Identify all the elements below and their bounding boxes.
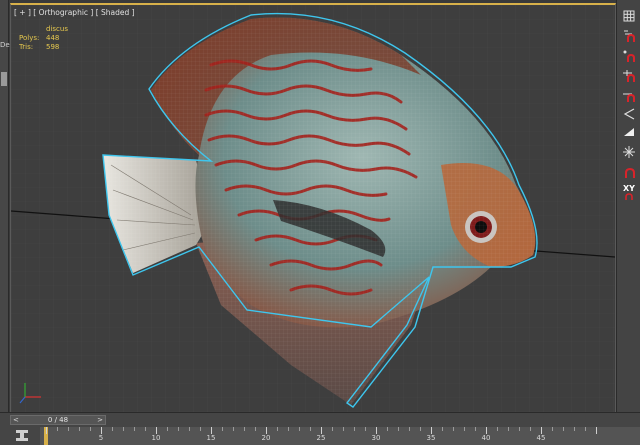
ruler-tick [530, 427, 531, 431]
ruler-tick [266, 427, 267, 434]
stat-value: 448 [46, 34, 60, 42]
ruler-tick [101, 427, 102, 434]
ruler-tick [387, 427, 388, 431]
ruler-tick [497, 427, 498, 431]
stat-label: Tris: [19, 43, 34, 51]
key-filter-icon[interactable] [14, 429, 30, 443]
ruler-tick [475, 427, 476, 431]
ruler-tick [376, 427, 377, 434]
snap-toolbar: XY [616, 0, 640, 412]
ruler-label: 45 [536, 434, 546, 442]
ruler-tick [222, 427, 223, 431]
ruler-label: 25 [316, 434, 326, 442]
track-bar-ruler[interactable]: 5 10 15 20 25 30 35 40 45 [40, 427, 640, 445]
ruler-tick [277, 427, 278, 431]
ruler-tick [321, 427, 322, 434]
perspective-viewport[interactable]: [ + ] [ Orthographic ] [ Shaded ] discus… [10, 3, 616, 415]
ruler-tick [189, 427, 190, 431]
ruler-label: 20 [261, 434, 271, 442]
ruler-tick [90, 427, 91, 431]
ruler-tick [398, 427, 399, 431]
ruler-tick [343, 427, 344, 431]
ruler-tick [431, 427, 432, 434]
snowflake-snap-icon[interactable] [621, 144, 637, 160]
ruler-tick [211, 427, 212, 434]
ruler-tick [57, 427, 58, 431]
ruler-tick [332, 427, 333, 431]
ruler-tick [156, 427, 157, 434]
snap-magnet-icon[interactable] [621, 88, 637, 104]
ruler-tick [409, 427, 410, 431]
ruler-tick [68, 427, 69, 431]
ruler-label: 15 [206, 434, 216, 442]
ruler-tick [288, 427, 289, 431]
ruler-tick [585, 427, 586, 431]
time-slider[interactable]: < 0 / 48 > [10, 415, 106, 425]
snap-magnet-icon[interactable] [621, 48, 637, 64]
xy-plane-icon[interactable]: XY [621, 184, 637, 200]
ruler-tick [112, 427, 113, 431]
left-panel-label: De [0, 41, 10, 49]
statistics-overlay: discus Polys: 448 Tris: 598 [19, 25, 68, 52]
angle-snap-icon[interactable] [621, 106, 637, 122]
viewport-label-menu[interactable]: [ + ] [ Orthographic ] [ Shaded ] [14, 8, 135, 17]
ruler-tick [46, 427, 47, 434]
ruler-label: 40 [481, 434, 491, 442]
ruler-tick [354, 427, 355, 431]
xy-plane-label: XY [623, 183, 635, 193]
ruler-tick [464, 427, 465, 431]
ruler-tick [519, 427, 520, 431]
ruler-label: 35 [426, 434, 436, 442]
stat-row-polys: Polys: 448 [19, 34, 68, 43]
ruler-tick [244, 427, 245, 431]
ruler-tick [453, 427, 454, 431]
stat-row-tris: Tris: 598 [19, 43, 68, 52]
ruler-tick [79, 427, 80, 431]
ruler-tick [123, 427, 124, 431]
ruler-tick [365, 427, 366, 431]
ruler-tick [508, 427, 509, 431]
ruler-tick [233, 427, 234, 431]
prev-frame-button[interactable]: < [11, 416, 21, 424]
ruler-tick [145, 427, 146, 431]
ruler-tick [552, 427, 553, 431]
frame-counter: 0 / 48 [47, 416, 69, 424]
snap-magnet-icon[interactable] [621, 68, 637, 84]
next-frame-button[interactable]: > [95, 416, 105, 424]
left-panel-tab[interactable] [1, 72, 7, 86]
time-slider-area: < 0 / 48 > 5 10 15 20 25 30 35 40 45 [0, 412, 640, 445]
grid-icon[interactable] [621, 8, 637, 24]
snap-magnet-icon[interactable] [621, 28, 637, 44]
ruler-tick [200, 427, 201, 431]
ruler-tick [310, 427, 311, 431]
ruler-tick [486, 427, 487, 434]
ruler-label: 5 [98, 434, 104, 442]
ruler-label: 10 [151, 434, 161, 442]
ruler-tick [420, 427, 421, 431]
ruler-tick [563, 427, 564, 431]
bevel-icon[interactable] [621, 124, 637, 140]
ruler-tick [596, 427, 597, 434]
ruler-tick [178, 427, 179, 431]
object-name: discus [46, 25, 68, 33]
stat-value: 598 [46, 43, 60, 51]
stat-label: Polys: [19, 34, 40, 42]
ruler-tick [255, 427, 256, 431]
ruler-tick [299, 427, 300, 431]
ruler-tick [574, 427, 575, 431]
ruler-tick [167, 427, 168, 431]
viewport-canvas [11, 5, 615, 414]
ruler-label: 30 [371, 434, 381, 442]
ruler-tick [442, 427, 443, 431]
ruler-tick [541, 427, 542, 434]
left-panel-strip: De [0, 0, 10, 423]
ruler-tick [134, 427, 135, 431]
